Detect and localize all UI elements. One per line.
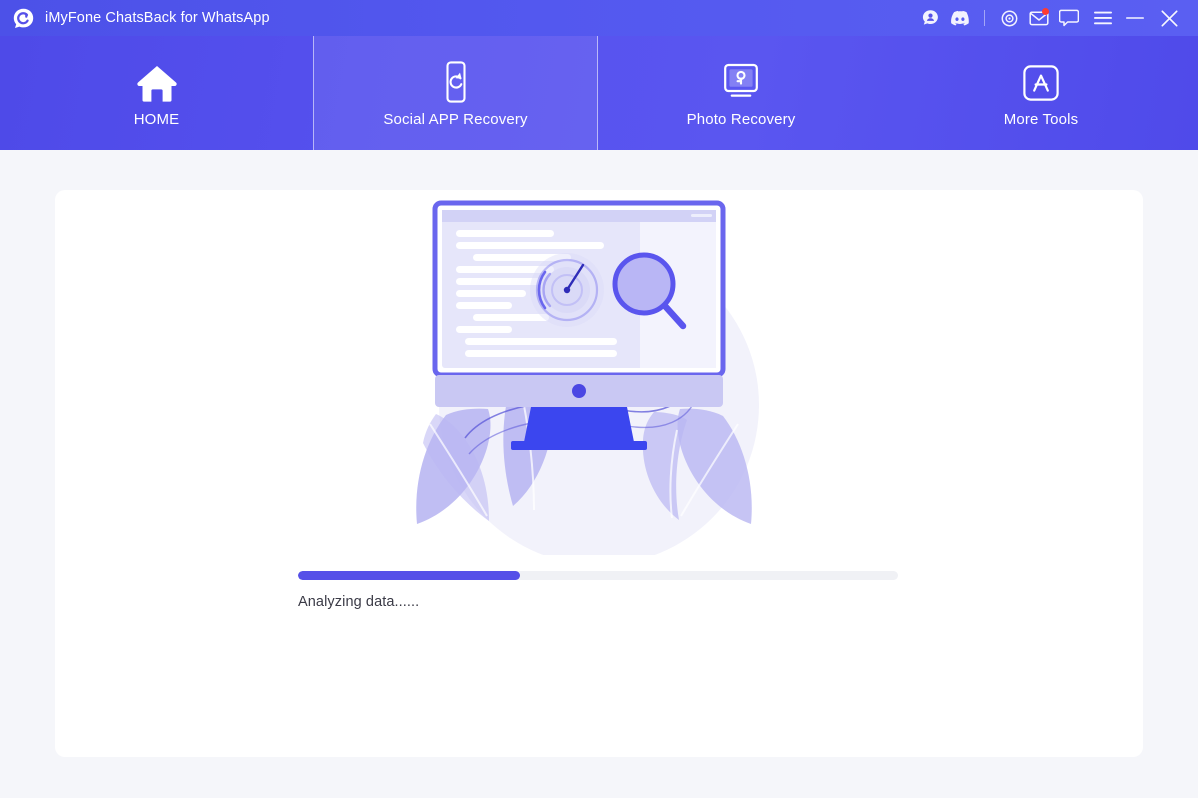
nav-tab-photo-recovery[interactable]: Photo Recovery: [598, 36, 884, 150]
chatsback-logo-icon: [13, 8, 34, 29]
close-icon[interactable]: [1152, 0, 1186, 36]
progress-area: Analyzing data......: [298, 571, 898, 610]
nav-tab-social-app-recovery[interactable]: Social APP Recovery: [313, 36, 598, 150]
titlebar-separator: [984, 10, 985, 26]
nav-tab-label: Photo Recovery: [686, 110, 796, 128]
support-avatar-icon[interactable]: [915, 0, 945, 36]
mail-icon[interactable]: [1024, 0, 1054, 36]
app-window: iMyFone ChatsBack for WhatsApp HOME Soci…: [0, 0, 1198, 798]
feedback-chat-icon[interactable]: [1054, 0, 1084, 36]
content-card: Analyzing data......: [55, 190, 1143, 757]
title-bar: iMyFone ChatsBack for WhatsApp: [0, 0, 1198, 36]
main-navigation: HOME Social APP Recovery Photo Recovery …: [0, 36, 1198, 150]
mail-unread-badge: [1042, 8, 1049, 15]
target-icon[interactable]: [994, 0, 1024, 36]
titlebar-actions: [915, 0, 1198, 36]
nav-tab-label: Social APP Recovery: [383, 110, 528, 128]
minimize-icon[interactable]: [1118, 0, 1152, 36]
nav-tab-home[interactable]: HOME: [0, 36, 313, 150]
progress-bar-track: [298, 571, 898, 580]
hamburger-menu-icon[interactable]: [1088, 0, 1118, 36]
nav-tab-label: More Tools: [1003, 110, 1079, 128]
window-title: iMyFone ChatsBack for WhatsApp: [45, 10, 270, 26]
progress-bar-fill: [298, 571, 520, 580]
nav-tab-more-tools[interactable]: More Tools: [884, 36, 1198, 150]
app-store-icon: [1021, 59, 1061, 103]
nav-tab-label: HOME: [133, 110, 180, 128]
phone-refresh-icon: [439, 59, 473, 103]
discord-icon[interactable]: [945, 0, 975, 36]
status-text: Analyzing data......: [298, 594, 420, 610]
analyzing-monitor-illustration: [55, 190, 1143, 555]
home-icon: [135, 59, 179, 103]
monitor-photo-icon: [720, 59, 762, 103]
